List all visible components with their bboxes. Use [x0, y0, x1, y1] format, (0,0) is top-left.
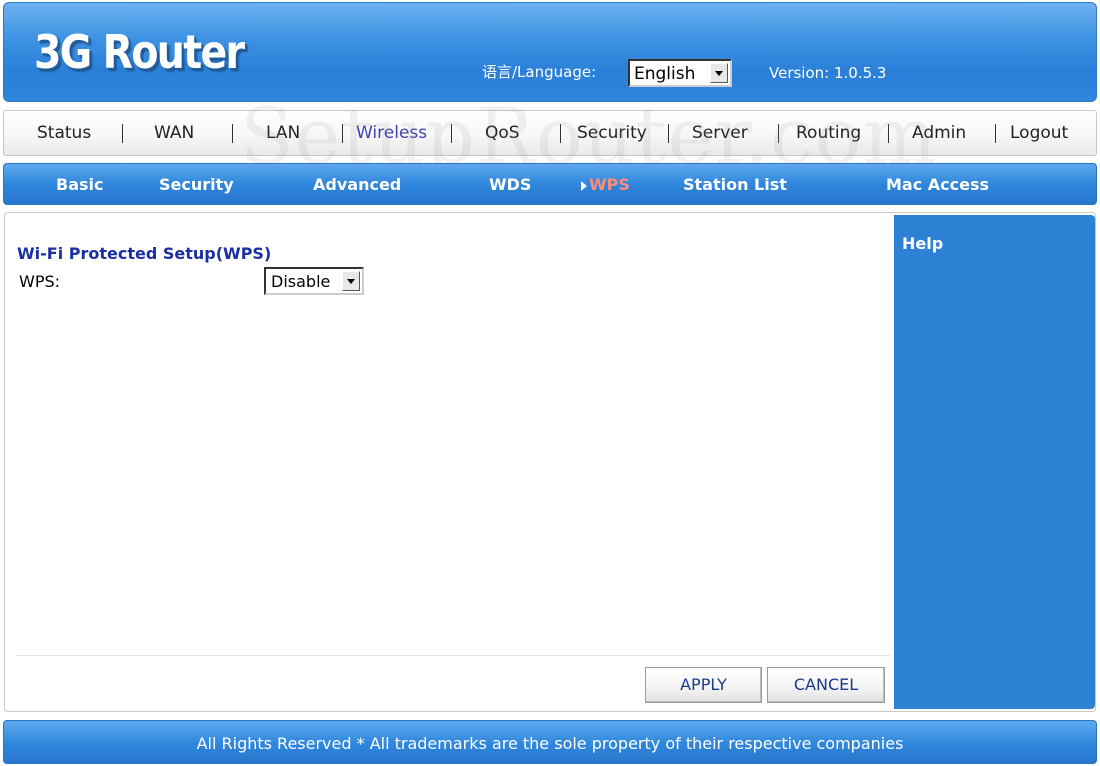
chevron-down-icon[interactable]: [710, 63, 728, 83]
wps-select[interactable]: Disable: [264, 267, 364, 295]
subnav-mac-access[interactable]: Mac Access: [886, 175, 989, 194]
wps-select-value: Disable: [271, 272, 331, 291]
nav-qos[interactable]: QoS: [485, 123, 520, 143]
nav-admin[interactable]: Admin: [912, 123, 966, 143]
footer-text: All Rights Reserved * All trademarks are…: [196, 734, 904, 753]
wireless-sub-nav: Basic Security Advanced WDS WPS Station …: [3, 163, 1097, 205]
subnav-station-list[interactable]: Station List: [683, 175, 787, 194]
content-panel: Wi-Fi Protected Setup(WPS) WPS: Disable …: [4, 212, 1096, 712]
nav-separator: [232, 124, 233, 143]
nav-wan[interactable]: WAN: [154, 123, 194, 143]
subnav-wps[interactable]: WPS: [589, 175, 630, 194]
nav-separator: [995, 124, 996, 143]
nav-separator: [560, 124, 561, 143]
nav-separator: [668, 124, 669, 143]
nav-logout[interactable]: Logout: [1010, 123, 1068, 143]
arrow-right-icon: [581, 181, 587, 191]
nav-routing[interactable]: Routing: [796, 123, 861, 143]
nav-separator: [778, 124, 779, 143]
footer: All Rights Reserved * All trademarks are…: [3, 720, 1097, 764]
header-banner: 3G Router 语言/Language: English Version: …: [3, 2, 1097, 102]
nav-wireless[interactable]: Wireless: [356, 123, 427, 143]
subnav-wds[interactable]: WDS: [489, 175, 531, 194]
nav-separator: [451, 124, 452, 143]
divider: [17, 655, 890, 656]
language-label: 语言/Language:: [482, 63, 597, 81]
help-title: Help: [902, 234, 944, 253]
nav-lan[interactable]: LAN: [266, 123, 300, 143]
router-logo: 3G Router: [34, 25, 245, 79]
language-select[interactable]: English: [628, 59, 732, 87]
firmware-version: Version: 1.0.5.3: [769, 64, 887, 82]
cancel-button[interactable]: CANCEL: [767, 667, 885, 703]
nav-separator: [342, 124, 343, 143]
subnav-advanced[interactable]: Advanced: [313, 175, 401, 194]
wps-label: WPS:: [19, 272, 61, 291]
section-title: Wi-Fi Protected Setup(WPS): [17, 244, 272, 263]
nav-security[interactable]: Security: [577, 123, 647, 143]
subnav-basic[interactable]: Basic: [56, 175, 103, 194]
chevron-down-icon[interactable]: [342, 271, 360, 291]
nav-separator: [888, 124, 889, 143]
main-nav: Status WAN LAN Wireless QoS Security Ser…: [3, 110, 1097, 156]
subnav-security[interactable]: Security: [159, 175, 234, 194]
nav-separator: [122, 124, 123, 143]
nav-server[interactable]: Server: [692, 123, 748, 143]
nav-status[interactable]: Status: [37, 123, 91, 143]
language-select-value: English: [634, 64, 696, 84]
apply-button[interactable]: APPLY: [645, 667, 762, 703]
help-panel: Help: [894, 215, 1095, 709]
